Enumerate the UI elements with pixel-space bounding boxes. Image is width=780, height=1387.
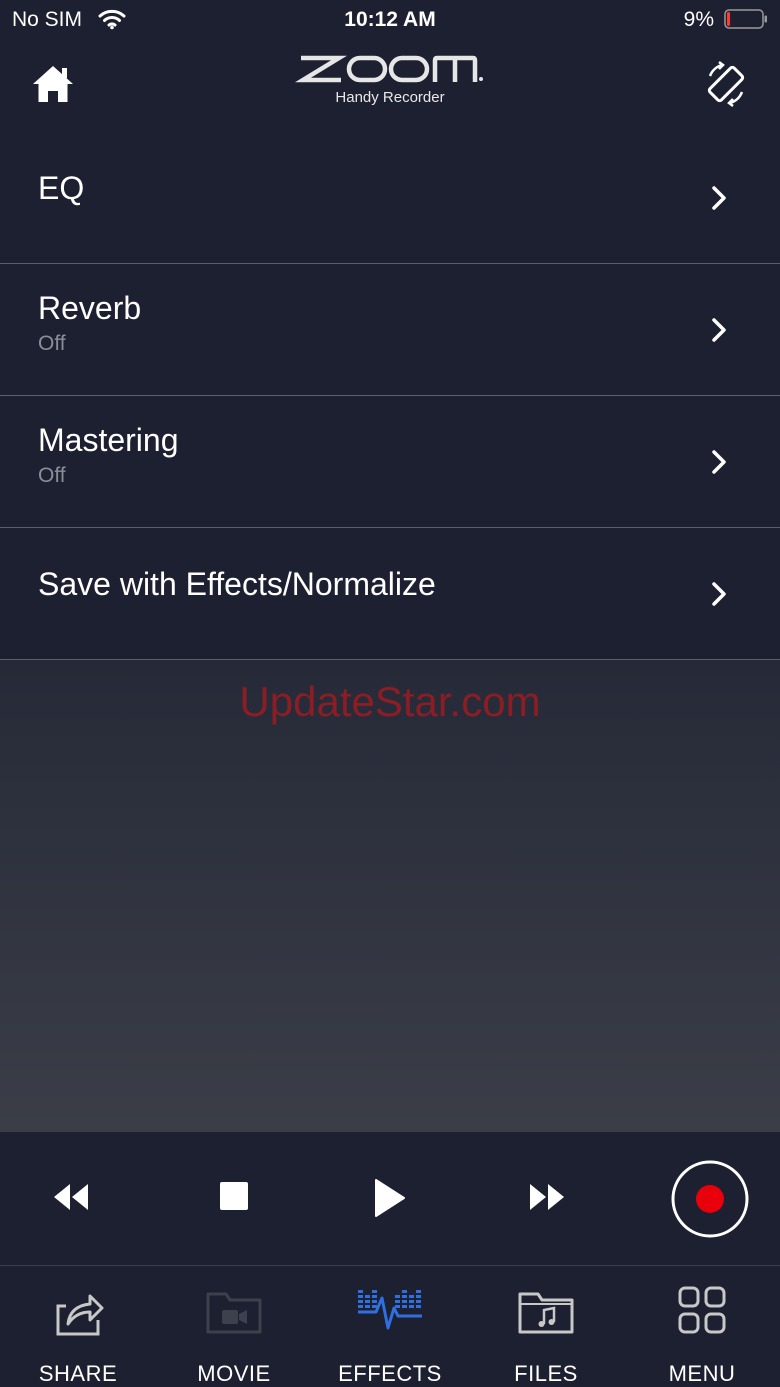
tab-menu[interactable]: MENU xyxy=(624,1266,780,1387)
list-item-title: Save with Effects/Normalize xyxy=(38,566,436,602)
transport-controls xyxy=(0,1132,780,1266)
zoom-wordmark-icon xyxy=(295,55,483,83)
tab-label: MENU xyxy=(668,1361,736,1386)
battery-icon xyxy=(724,9,767,29)
rewind-icon[interactable] xyxy=(52,1182,90,1212)
watermark-text: UpdateStar.com xyxy=(239,678,541,725)
home-icon[interactable] xyxy=(30,62,76,106)
list-item-title: EQ xyxy=(38,170,85,206)
tab-label: EFFECTS xyxy=(338,1361,442,1386)
share-icon xyxy=(56,1294,104,1336)
tab-label: SHARE xyxy=(38,1361,118,1386)
chevron-right-icon xyxy=(712,449,726,474)
movie-folder-icon xyxy=(206,1292,262,1334)
app-header: Handy Recorder xyxy=(0,40,780,133)
music-folder-icon xyxy=(518,1292,574,1334)
grid-menu-icon xyxy=(678,1286,726,1334)
logo-subtitle: Handy Recorder xyxy=(335,89,445,106)
effects-list: EQ Reverb Off Mastering Off Save with Ef… xyxy=(0,132,780,660)
tab-label: FILES xyxy=(514,1361,578,1386)
fast-forward-icon[interactable] xyxy=(528,1182,566,1212)
list-item-status: Off xyxy=(38,464,66,487)
record-button[interactable] xyxy=(670,1159,750,1239)
tab-movie[interactable]: MOVIE xyxy=(156,1266,312,1387)
effects-waveform-icon xyxy=(358,1290,422,1330)
battery-percent: 9% xyxy=(683,8,714,31)
list-item-reverb[interactable]: Reverb Off xyxy=(0,264,780,396)
list-item-mastering[interactable]: Mastering Off xyxy=(0,396,780,528)
tab-bar: SHARE MOVIE EFFECTS FILES MENU xyxy=(0,1266,780,1387)
status-bar: No SIM 10:12 AM 9% xyxy=(0,0,780,40)
stop-icon[interactable] xyxy=(220,1182,248,1210)
tab-files[interactable]: FILES xyxy=(468,1266,624,1387)
content-empty-area: UpdateStar.com xyxy=(0,660,780,1132)
screen-rotation-icon[interactable] xyxy=(702,60,750,108)
zoom-logo: Handy Recorder xyxy=(290,52,490,122)
chevron-right-icon xyxy=(712,581,726,606)
list-item-save-with-effects[interactable]: Save with Effects/Normalize xyxy=(0,528,780,660)
list-item-status: Off xyxy=(38,332,66,355)
tab-effects[interactable]: EFFECTS xyxy=(312,1266,468,1387)
status-time: 10:12 AM xyxy=(344,8,436,31)
tab-label: MOVIE xyxy=(197,1361,271,1386)
chevron-right-icon xyxy=(712,185,726,210)
tab-share[interactable]: SHARE xyxy=(0,1266,156,1387)
chevron-right-icon xyxy=(712,317,726,342)
list-item-title: Mastering xyxy=(38,422,179,458)
list-item-title: Reverb xyxy=(38,290,142,326)
record-icon xyxy=(696,1185,724,1213)
list-item-eq[interactable]: EQ xyxy=(0,132,780,264)
play-icon[interactable] xyxy=(374,1178,406,1218)
